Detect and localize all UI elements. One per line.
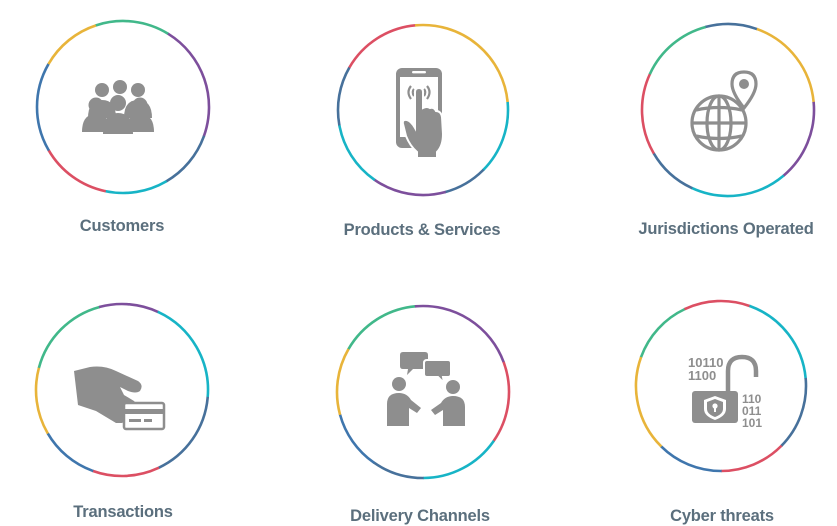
card-label: Customers	[79, 217, 165, 235]
svg-text:1100: 1100	[688, 368, 716, 383]
card-label: Transactions	[73, 503, 173, 521]
card-label: Products & Services	[343, 221, 501, 239]
globe-pin-icon	[690, 70, 758, 152]
card-label: Jurisdictions Operated	[638, 220, 814, 238]
svg-text:101: 101	[742, 416, 762, 430]
people-group-icon	[82, 80, 154, 134]
card-label: Cyber threats	[670, 507, 774, 525]
chat-people-icon	[387, 352, 465, 426]
card-label: Delivery Channels	[350, 507, 490, 525]
cyber-lock-icon: 10110 1100 110 011 101	[688, 354, 762, 430]
hand-card-icon	[74, 366, 166, 431]
risk-factors-grid: Customers Products & Services Jurisdicti…	[0, 0, 837, 525]
phone-touch-icon	[396, 68, 445, 158]
